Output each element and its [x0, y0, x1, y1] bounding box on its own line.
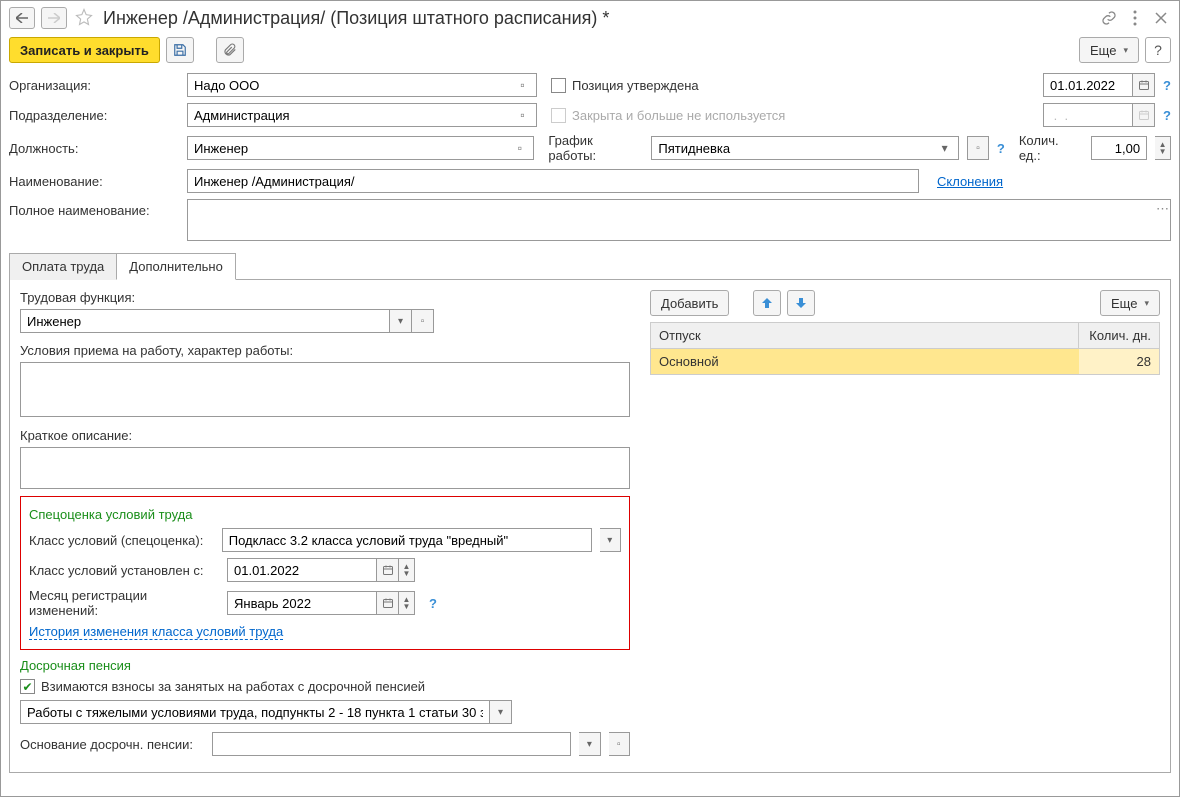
closed-date-input	[1043, 103, 1133, 127]
qty-input[interactable]	[1091, 136, 1147, 160]
col-vacation: Отпуск	[651, 323, 1079, 348]
calendar-icon[interactable]	[377, 591, 399, 615]
fullname-textarea[interactable]	[187, 199, 1171, 241]
declensions-link[interactable]: Склонения	[937, 174, 1003, 189]
schedule-label: График работы:	[548, 133, 643, 163]
pension-title: Досрочная пенсия	[20, 658, 630, 673]
short-desc-textarea[interactable]	[20, 447, 630, 489]
name-input[interactable]	[187, 169, 919, 193]
more-button[interactable]: Еще	[1079, 37, 1139, 63]
calendar-icon[interactable]	[377, 558, 399, 582]
reg-month-label: Месяц регистрации изменений:	[29, 588, 219, 618]
short-desc-label: Краткое описание:	[20, 428, 630, 443]
expand-icon[interactable]: ⋯	[1156, 201, 1169, 217]
position-input[interactable]: ▫	[187, 136, 534, 160]
open-ref-button[interactable]: ▫	[967, 136, 989, 160]
pension-select[interactable]	[20, 700, 490, 724]
reg-month-input[interactable]	[227, 591, 377, 615]
calendar-icon[interactable]	[1133, 73, 1155, 97]
conditions-label: Условия приема на работу, характер работ…	[20, 343, 630, 358]
paperclip-icon	[223, 43, 237, 57]
dropdown-icon[interactable]: ▾	[390, 309, 412, 333]
hint-icon[interactable]: ?	[997, 141, 1005, 156]
nav-back-button[interactable]	[9, 7, 35, 29]
col-days: Колич. дн.	[1079, 323, 1159, 348]
add-button[interactable]: Добавить	[650, 290, 729, 316]
spec-title: Спецоценка условий труда	[29, 507, 621, 522]
org-label: Организация:	[9, 78, 179, 93]
conditions-textarea[interactable]	[20, 362, 630, 417]
save-button[interactable]	[166, 37, 194, 63]
class-label: Класс условий (спецоценка):	[29, 533, 214, 548]
dropdown-icon[interactable]: ▾	[935, 137, 954, 159]
pension-basis-label: Основание досрочн. пенсии:	[20, 737, 204, 752]
hint-icon[interactable]: ?	[1163, 108, 1171, 123]
pension-checkbox[interactable]	[20, 679, 35, 694]
position-label: Должность:	[9, 141, 179, 156]
history-link[interactable]: История изменения класса условий труда	[29, 624, 283, 640]
open-icon[interactable]: ▫	[513, 74, 532, 96]
month-stepper[interactable]: ▲▼	[399, 591, 415, 615]
open-ref-icon[interactable]: ▫	[412, 309, 434, 333]
arrow-up-icon	[761, 297, 773, 309]
help-button[interactable]: ?	[1145, 37, 1171, 63]
tab-additional[interactable]: Дополнительно	[116, 253, 236, 280]
dropdown-icon[interactable]: ▾	[490, 700, 512, 724]
nav-forward-button	[41, 7, 67, 29]
name-label: Наименование:	[9, 174, 179, 189]
arrow-down-icon	[795, 297, 807, 309]
close-icon[interactable]	[1151, 8, 1171, 28]
open-ref-icon[interactable]: ▫	[609, 732, 630, 756]
class-date-input[interactable]	[227, 558, 377, 582]
save-close-button[interactable]: Записать и закрыть	[9, 37, 160, 63]
approved-label: Позиция утверждена	[572, 78, 699, 93]
class-select[interactable]	[222, 528, 592, 552]
closed-label: Закрыта и больше не используется	[572, 108, 785, 123]
hint-icon[interactable]: ?	[429, 596, 437, 611]
calendar-icon	[1133, 103, 1155, 127]
move-down-button[interactable]	[787, 290, 815, 316]
dept-label: Подразделение:	[9, 108, 179, 123]
approved-date-input[interactable]	[1043, 73, 1133, 97]
class-date-label: Класс условий установлен с:	[29, 563, 219, 578]
org-input[interactable]: ▫	[187, 73, 537, 97]
link-icon[interactable]	[1099, 8, 1119, 28]
labor-func-input[interactable]	[20, 309, 390, 333]
open-icon[interactable]: ▫	[510, 137, 529, 159]
dropdown-icon[interactable]: ▾	[579, 732, 600, 756]
open-icon[interactable]: ▫	[513, 104, 532, 126]
vacation-name-cell: Основной	[651, 349, 1079, 374]
hint-icon[interactable]: ?	[1163, 78, 1171, 93]
pension-basis-input[interactable]	[212, 732, 571, 756]
qty-stepper[interactable]: ▲▼	[1155, 136, 1171, 160]
spec-assessment-group: Спецоценка условий труда Класс условий (…	[20, 496, 630, 650]
move-up-button[interactable]	[753, 290, 781, 316]
more-button-right[interactable]: Еще	[1100, 290, 1160, 316]
vacation-days-cell: 28	[1079, 349, 1159, 374]
table-row[interactable]: Основной 28	[651, 349, 1159, 374]
labor-func-label: Трудовая функция:	[20, 290, 630, 305]
vacation-table: Отпуск Колич. дн. Основной 28	[650, 322, 1160, 375]
closed-checkbox	[551, 108, 566, 123]
schedule-input[interactable]: ▾	[651, 136, 959, 160]
approved-checkbox[interactable]	[551, 78, 566, 93]
fullname-label: Полное наименование:	[9, 199, 179, 218]
dropdown-icon[interactable]: ▾	[600, 528, 621, 552]
favorite-star-icon[interactable]	[75, 8, 95, 28]
tab-payment[interactable]: Оплата труда	[9, 253, 117, 280]
attachment-button[interactable]	[216, 37, 244, 63]
window-title: Инженер /Администрация/ (Позиция штатног…	[103, 8, 1093, 29]
qty-label: Колич. ед.:	[1019, 133, 1084, 163]
floppy-icon	[173, 43, 187, 57]
date-stepper[interactable]: ▲▼	[399, 558, 415, 582]
pension-checkbox-label: Взимаются взносы за занятых на работах с…	[41, 679, 425, 694]
kebab-menu-icon[interactable]	[1125, 8, 1145, 28]
dept-input[interactable]: ▫	[187, 103, 537, 127]
